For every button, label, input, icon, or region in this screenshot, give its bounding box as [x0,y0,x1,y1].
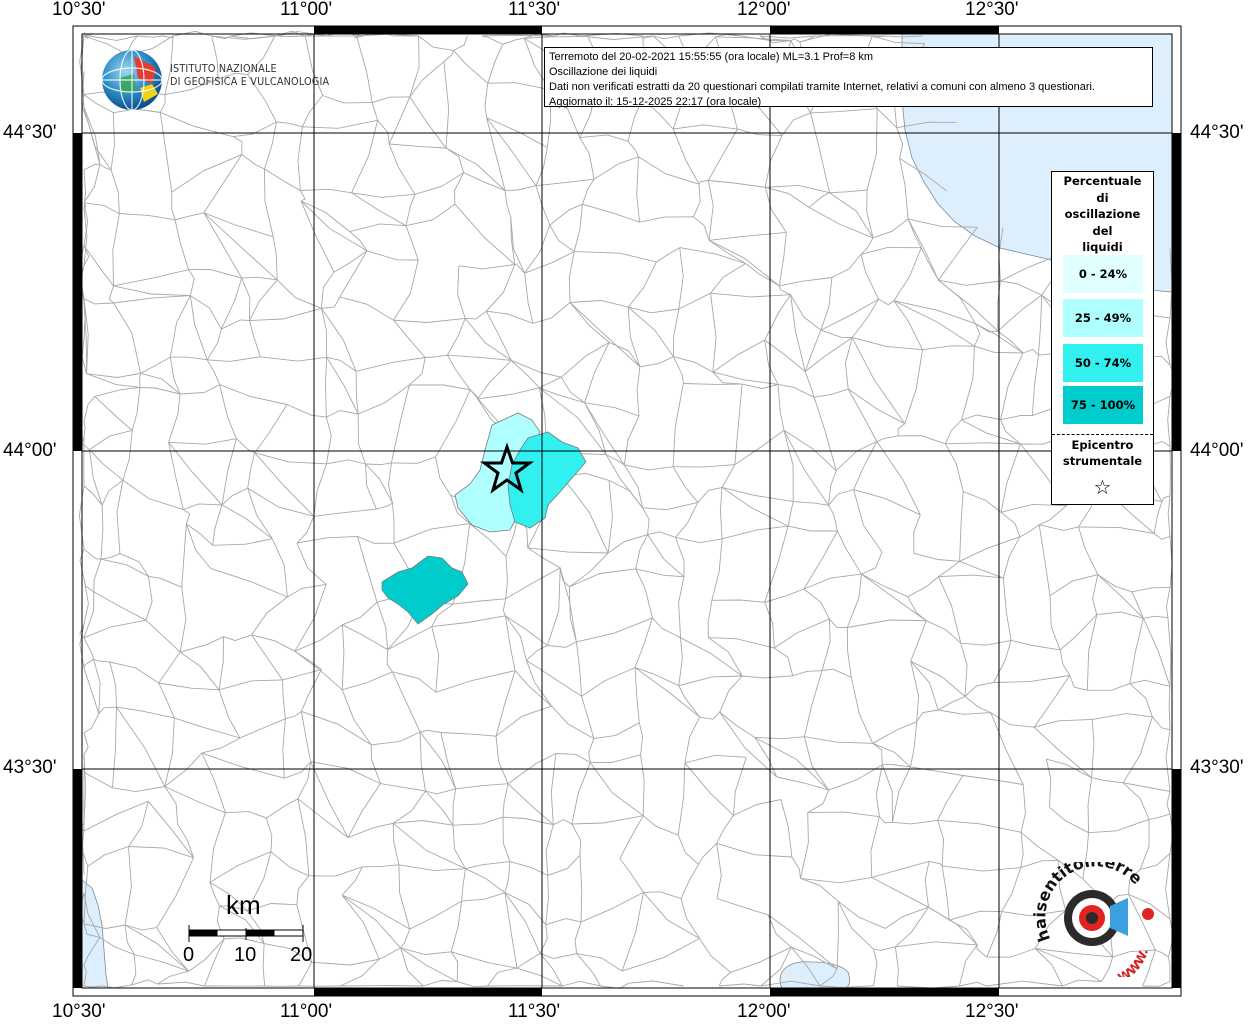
legend-star-icon: ☆ [1093,475,1112,499]
lat-label-left-1: 44°30' [3,122,57,143]
legend-title-line: del [1092,223,1113,238]
ingv-name: ISTITUTO NAZIONALE DI GEOFISICA E VULCAN… [170,63,329,89]
lon-label-bottom-2: 11°00' [280,1001,333,1022]
legend-title-line: Percentuale [1063,174,1142,188]
legend-item-25-49: 25 - 49% [1063,299,1143,337]
scale-bar: km 0 10 20 [182,888,322,978]
haisentito-url: WWW. [1115,947,1150,977]
lat-label-left-3: 43°30' [3,757,57,778]
lon-label-bottom-5: 12°30' [965,1001,1019,1022]
legend-title: Percentuale di oscillazione del liquidi [1052,173,1153,256]
scale-bar-graphic [188,925,304,942]
scale-tick-20: 20 [290,944,313,966]
event-info-box: Terremoto del 20-02-2021 15:55:55 (ora l… [544,47,1153,108]
lon-label-bottom-4: 12°00' [737,1001,791,1022]
map-type: Oscillazione dei liquidi [549,66,658,78]
haisentito-target-icon: haisentitoilterremoto.it WWW. [1022,847,1154,985]
legend-epicenter-line1: Epicentro [1071,438,1134,452]
lon-label-top-1: 10°30' [52,0,106,20]
lat-label-right-2: 44°00' [1190,440,1244,461]
legend-epicenter-line2: strumentale [1062,454,1143,468]
lon-label-top-4: 12°00' [737,0,791,20]
legend-epicenter-label: Epicentro strumentale [1052,437,1153,469]
border-segment [340,985,424,987]
legend-item-75-100: 75 - 100% [1063,386,1143,424]
scale-tick-10: 10 [234,944,257,966]
legend-item-0-24: 0 - 24% [1063,255,1143,293]
ingv-name-line2: DI GEOFISICA E VULCANOLOGIA [170,76,330,88]
legend-item-50-74: 50 - 74% [1063,344,1143,382]
lon-label-top-5: 12°30' [965,0,1019,20]
update-time: Aggiornato il: 15-12-2025 22:17 (ora loc… [549,96,762,108]
ingv-globe-icon [101,49,163,111]
legend-separator [1052,434,1153,435]
lat-label-right-1: 44°30' [1190,122,1244,143]
haisentito-logo: haisentitoilterremoto.it WWW. [1022,847,1165,985]
ingv-name-line1: ISTITUTO NAZIONALE [170,63,277,75]
border-segment [277,35,306,37]
lon-label-bottom-1: 10°30' [52,1001,106,1022]
event-title: Terremoto del 20-02-2021 15:55:55 (ora l… [549,51,874,63]
lat-label-right-3: 43°30' [1190,757,1244,778]
lon-label-top-2: 11°00' [280,0,333,20]
legend-title-line: oscillazione [1064,207,1141,221]
scale-tick-0: 0 [183,944,195,966]
lon-label-top-3: 11°30' [508,0,561,20]
data-disclaimer: Dati non verificati estratti da 20 quest… [549,81,1095,93]
legend-title-line: di [1096,190,1109,205]
legend: Percentuale di oscillazione del liquidi … [1051,171,1154,505]
legend-title-line: liquidi [1082,240,1123,254]
lon-label-bottom-3: 11°30' [508,1001,561,1022]
lat-label-left-2: 44°00' [3,440,57,461]
